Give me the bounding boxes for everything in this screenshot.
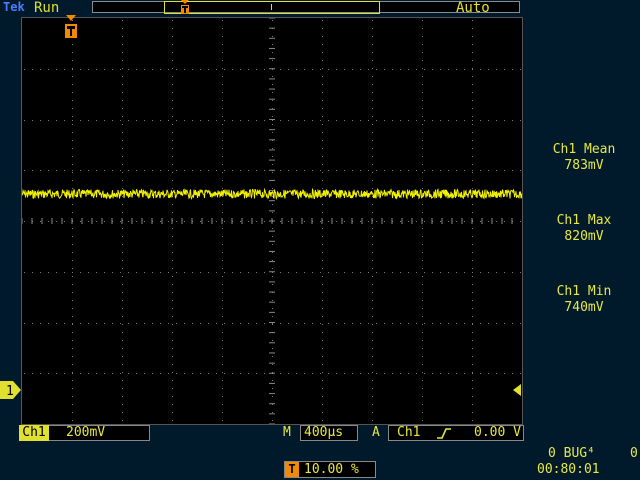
measurement-max: Ch1 Max 820mV (528, 213, 640, 245)
display-window-bar (164, 1, 380, 14)
waveform-screen[interactable] (21, 17, 523, 425)
trigger-level-arrow-icon (513, 384, 521, 396)
ch1-waveform-trace (22, 187, 522, 201)
trigger-mode: Auto (456, 0, 490, 16)
measurement-label: Ch1 Max (556, 213, 612, 228)
measurement-value: 740mV (564, 300, 604, 315)
main-timebase-label: M (283, 425, 291, 440)
measurement-label: Ch1 Mean (552, 142, 616, 157)
display-window-center-tick (271, 4, 272, 10)
ch1-marker-label: 1 (6, 384, 14, 399)
status-bug-text: 0 BUG⁴ (548, 446, 595, 461)
measurement-min: Ch1 Min 740mV (528, 284, 640, 316)
ch1-label: Ch1 (19, 425, 49, 441)
measurement-mean: Ch1 Mean 783mV (528, 142, 640, 174)
rising-edge-slope-icon (437, 428, 451, 439)
horizontal-position-value: 10.00 % (304, 462, 359, 477)
status-right-value: 0 (630, 446, 638, 461)
trigger-source: Ch1 (397, 425, 421, 440)
acquisition-state: Run (34, 0, 60, 16)
ch1-ground-marker-icon[interactable]: 1 (0, 381, 21, 399)
trigger-position-icon (181, 0, 189, 14)
trigger-position-marker-icon (65, 15, 77, 38)
measurement-value: 783mV (564, 158, 604, 173)
measurement-label: Ch1 Min (556, 284, 612, 299)
trigger-level: 0.00 V (474, 425, 521, 440)
timebase-value: 400µs (304, 425, 344, 440)
trigger-position-icon-small: T (285, 462, 299, 477)
trigger-a-label: A (372, 425, 380, 440)
clock-readout: 00:80:01 (537, 462, 600, 477)
trace-path (22, 187, 522, 201)
measurement-value: 820mV (564, 229, 604, 244)
ch1-volts-per-div: 200mV (66, 425, 106, 440)
brand-logo: Tek (3, 0, 25, 14)
